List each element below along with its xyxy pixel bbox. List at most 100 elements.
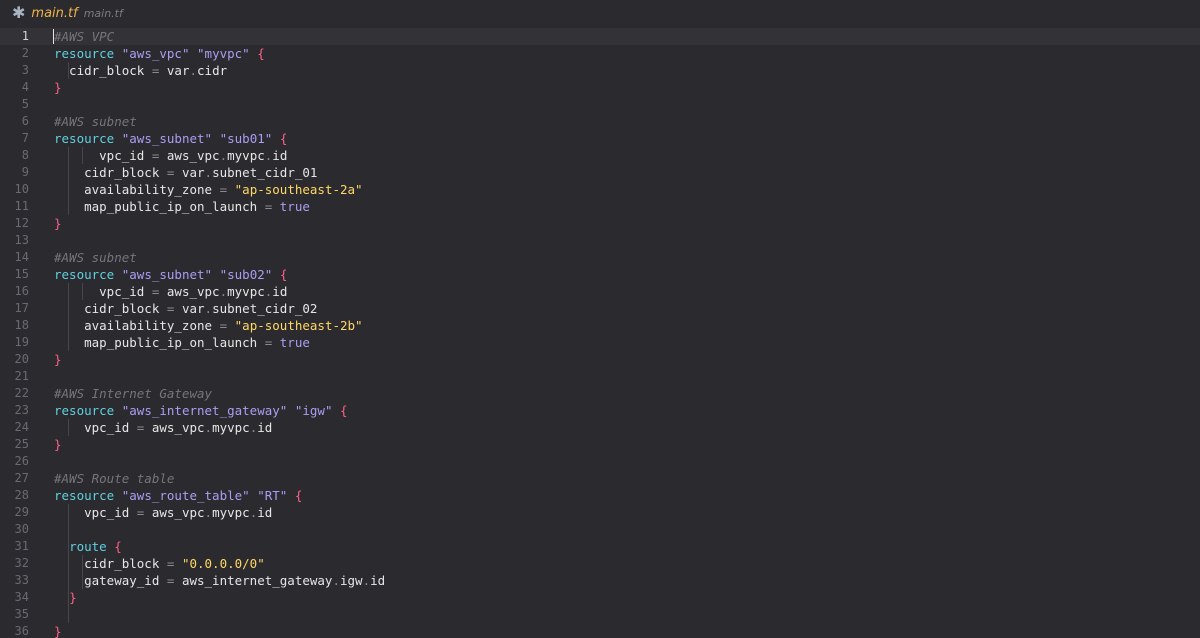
- line-number: 8: [21, 148, 29, 162]
- code-line[interactable]: 30: [0, 521, 1200, 538]
- code-token: }: [54, 624, 62, 638]
- code-line[interactable]: 26: [0, 453, 1200, 470]
- code-line[interactable]: 36}: [0, 623, 1200, 638]
- line-number: 7: [21, 131, 29, 145]
- code-token: subnet_cidr_01: [212, 165, 318, 180]
- code-line[interactable]: 7 resource "aws_subnet" "sub01" {: [0, 130, 1200, 147]
- code-token: "sub01": [219, 131, 273, 146]
- code-line[interactable]: 29 vpc_id = aws_vpc.myvpc.id: [0, 504, 1200, 521]
- code-token: .: [189, 63, 198, 78]
- line-number: 19: [14, 335, 29, 349]
- code-token: "aws_subnet": [121, 267, 213, 282]
- line-number: 29: [14, 505, 29, 519]
- code-line[interactable]: 15 resource "aws_subnet" "sub02" {: [0, 266, 1200, 283]
- tab-title: main.tf: [31, 5, 78, 21]
- code-token: id: [257, 420, 273, 435]
- code-line[interactable]: 4}: [0, 79, 1200, 96]
- code-line[interactable]: 19 map_public_ip_on_launch = true: [0, 334, 1200, 351]
- code-line[interactable]: 34 }: [0, 589, 1200, 606]
- code-token: #AWS subnet: [54, 114, 137, 129]
- code-token: #AWS Route table: [54, 471, 175, 486]
- line-number: 32: [14, 556, 29, 570]
- code-line[interactable]: 24 vpc_id = aws_vpc.myvpc.id: [0, 419, 1200, 436]
- code-line[interactable]: 32 cidr_block = "0.0.0.0/0": [0, 555, 1200, 572]
- code-line[interactable]: 31 route {: [0, 538, 1200, 555]
- code-text: #AWS subnet: [54, 249, 137, 266]
- editor-tab[interactable]: ✱ main.tf main.tf: [0, 0, 1200, 26]
- code-line[interactable]: 25}: [0, 436, 1200, 453]
- code-text: }: [54, 623, 62, 638]
- code-token: igw: [340, 573, 363, 588]
- line-number: 18: [14, 318, 29, 332]
- line-number: 9: [21, 165, 29, 179]
- code-token: cidr_block: [54, 165, 167, 180]
- code-text: cidr_block = var.cidr: [54, 62, 227, 79]
- code-line[interactable]: 14 #AWS subnet: [0, 249, 1200, 266]
- code-line[interactable]: 17 cidr_block = var.subnet_cidr_02: [0, 300, 1200, 317]
- code-token: availability_zone: [54, 182, 220, 197]
- code-token: resource: [54, 267, 115, 282]
- code-line[interactable]: 20}: [0, 351, 1200, 368]
- code-token: .: [204, 420, 213, 435]
- code-line[interactable]: 13: [0, 232, 1200, 249]
- code-token: #AWS subnet: [54, 250, 137, 265]
- code-line[interactable]: 22 #AWS Internet Gateway: [0, 385, 1200, 402]
- line-number: 20: [14, 352, 29, 366]
- code-text: #AWS Route table: [54, 470, 174, 487]
- code-token: gateway_id: [54, 573, 167, 588]
- code-line[interactable]: 5: [0, 96, 1200, 113]
- code-line[interactable]: 6 #AWS subnet: [0, 113, 1200, 130]
- code-text: #AWS Internet Gateway: [54, 385, 212, 402]
- indent-guide: [68, 521, 69, 538]
- code-text: availability_zone = "ap-southeast-2b": [54, 317, 362, 334]
- line-number: 21: [14, 369, 29, 383]
- code-line[interactable]: 23 resource "aws_internet_gateway" "igw" …: [0, 402, 1200, 419]
- code-token: "igw": [294, 403, 333, 418]
- text-cursor: [53, 29, 54, 44]
- code-line[interactable]: 18 availability_zone = "ap-southeast-2b": [0, 317, 1200, 334]
- code-text: resource "aws_vpc" "myvpc" {: [54, 45, 265, 62]
- code-line[interactable]: 12}: [0, 215, 1200, 232]
- code-text: }: [54, 351, 62, 368]
- code-token: }: [54, 216, 62, 231]
- code-token: cidr_block: [54, 63, 152, 78]
- code-line[interactable]: 3 cidr_block = var.cidr: [0, 62, 1200, 79]
- code-token: route: [69, 539, 107, 554]
- code-line[interactable]: 2 resource "aws_vpc" "myvpc" {: [0, 45, 1200, 62]
- code-token: {: [257, 46, 265, 61]
- line-number: 13: [14, 233, 29, 247]
- code-text: cidr_block = var.subnet_cidr_02: [54, 300, 317, 317]
- code-token: {: [340, 403, 348, 418]
- code-text: resource "aws_subnet" "sub02" {: [54, 266, 287, 283]
- code-line[interactable]: 1 #AWS VPC: [0, 28, 1200, 45]
- code-token: myvpc: [212, 420, 250, 435]
- code-token: id: [272, 148, 288, 163]
- code-line[interactable]: 28 resource "aws_route_table" "RT" {: [0, 487, 1200, 504]
- code-line[interactable]: 9 cidr_block = var.subnet_cidr_01: [0, 164, 1200, 181]
- code-line[interactable]: 10 availability_zone = "ap-southeast-2a": [0, 181, 1200, 198]
- code-line[interactable]: 21: [0, 368, 1200, 385]
- code-line[interactable]: 16 vpc_id = aws_vpc.myvpc.id: [0, 283, 1200, 300]
- code-line[interactable]: 11 map_public_ip_on_launch = true: [0, 198, 1200, 215]
- code-text: vpc_id = aws_vpc.myvpc.id: [54, 419, 272, 436]
- code-token: =: [219, 182, 228, 197]
- code-line[interactable]: 27 #AWS Route table: [0, 470, 1200, 487]
- code-editor[interactable]: 1 #AWS VPC 2 resource "aws_vpc" "myvpc" {3 …: [0, 28, 1200, 638]
- code-line[interactable]: 35: [0, 606, 1200, 623]
- line-number: 24: [14, 420, 29, 434]
- line-number: 28: [14, 488, 29, 502]
- code-token: vpc_id: [54, 148, 152, 163]
- code-text: map_public_ip_on_launch = true: [54, 198, 310, 215]
- code-line[interactable]: 8 vpc_id = aws_vpc.myvpc.id: [0, 147, 1200, 164]
- code-token: aws_vpc: [159, 148, 220, 163]
- code-token: {: [114, 539, 122, 554]
- line-number: 14: [14, 250, 29, 264]
- code-line[interactable]: 33 gateway_id = aws_internet_gateway.igw…: [0, 572, 1200, 589]
